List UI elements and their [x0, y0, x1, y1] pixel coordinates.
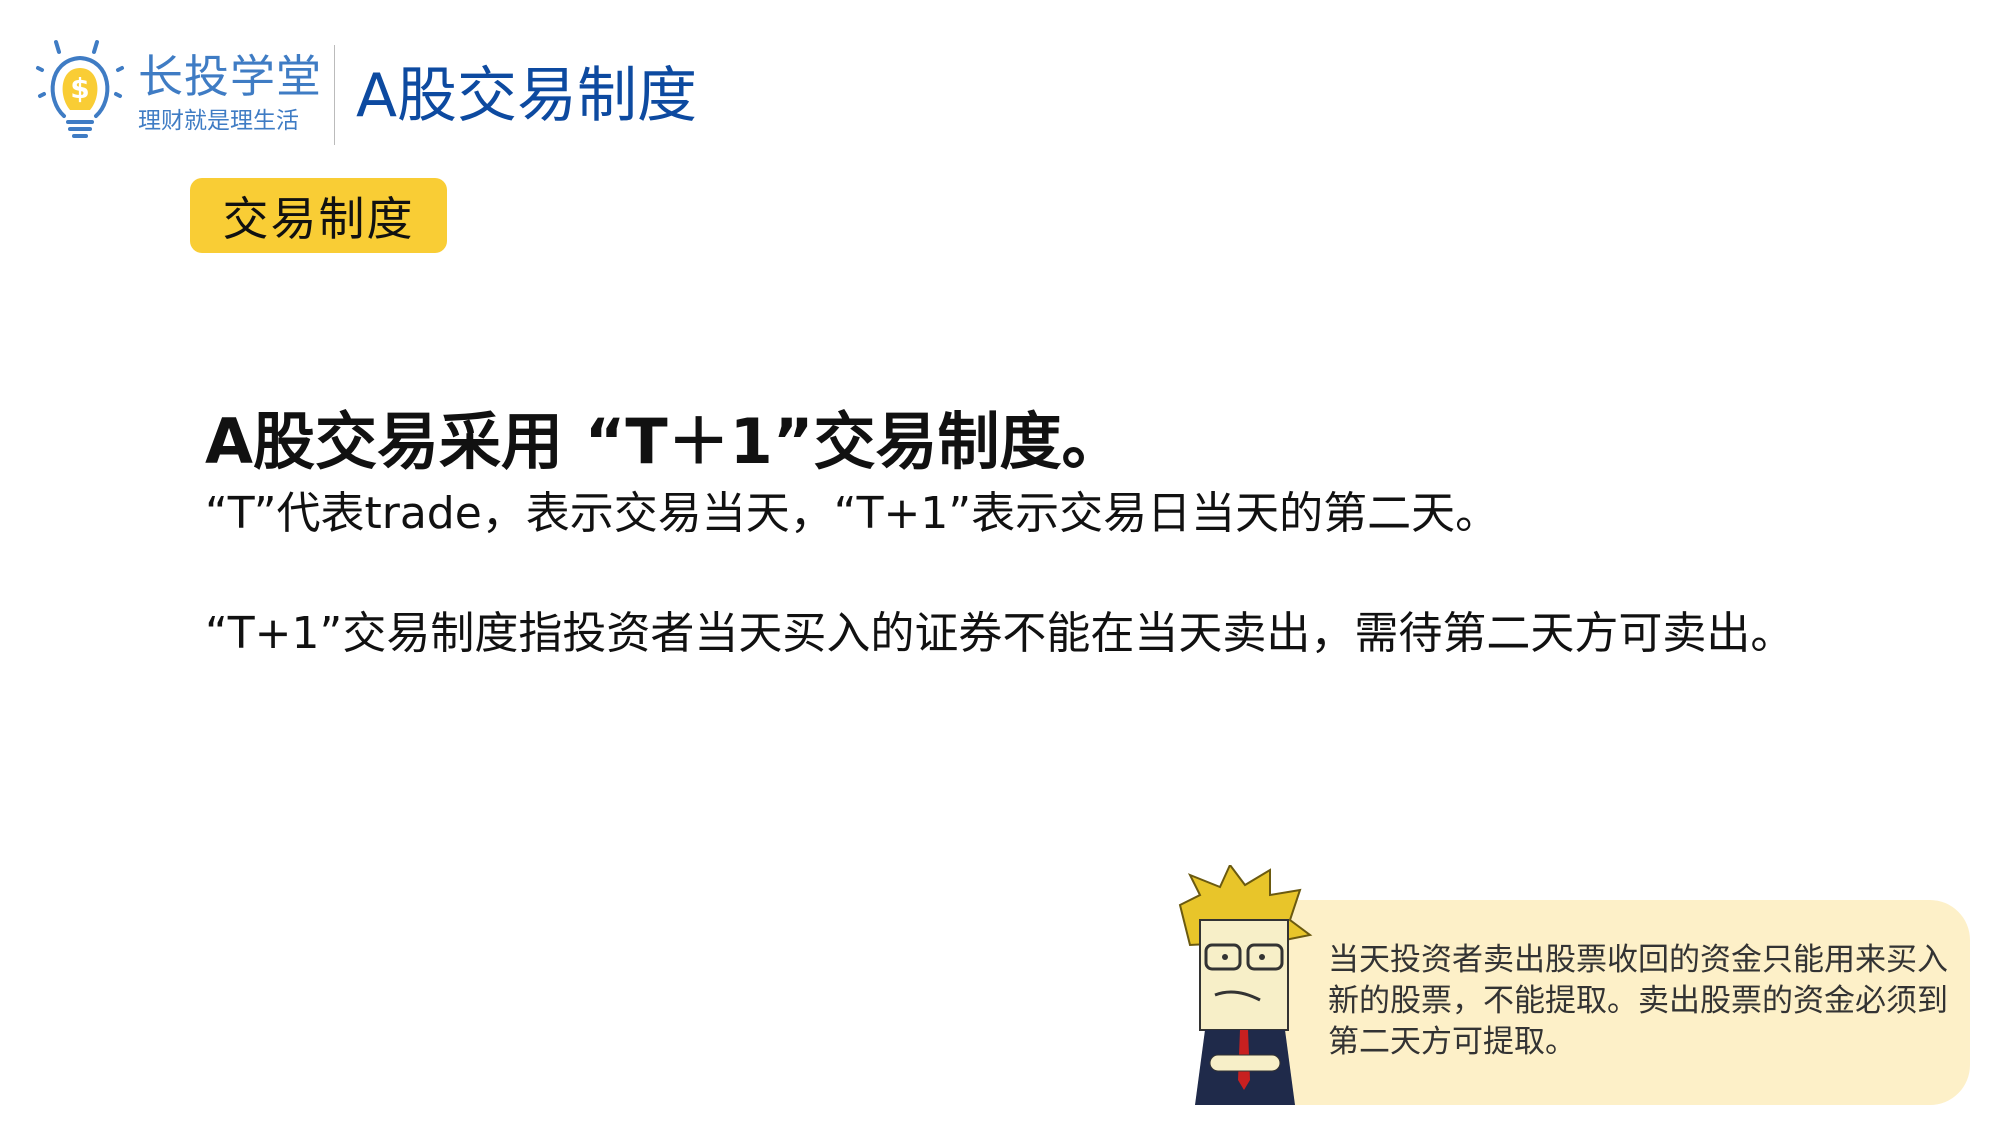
brand-slogan: 理财就是理生活 — [138, 108, 299, 134]
t-definition-text: “T”代表trade，表示交易当天，“T+1”表示交易日当天的第二天。 — [205, 488, 1500, 539]
cartoon-character-icon — [1178, 865, 1313, 1105]
t1-explanation-text: “T+1”交易制度指投资者当天买入的证券不能在当天卖出，需待第二天方可卖出。 — [205, 608, 1795, 659]
section-tag: 交易制度 — [190, 178, 447, 253]
svg-text:$: $ — [70, 72, 89, 105]
brand-name: 长投学堂 — [138, 50, 323, 103]
main-heading: A股交易采用 “T＋1”交易制度。 — [205, 405, 1124, 478]
lightbulb-logo-icon: $ — [36, 40, 124, 138]
tip-bubble-text: 当天投资者卖出股票收回的资金只能用来买入新的股票，不能提取。卖出股票的资金必须到… — [1328, 942, 1948, 1060]
page-title: A股交易制度 — [356, 61, 698, 131]
header-divider — [334, 45, 335, 145]
